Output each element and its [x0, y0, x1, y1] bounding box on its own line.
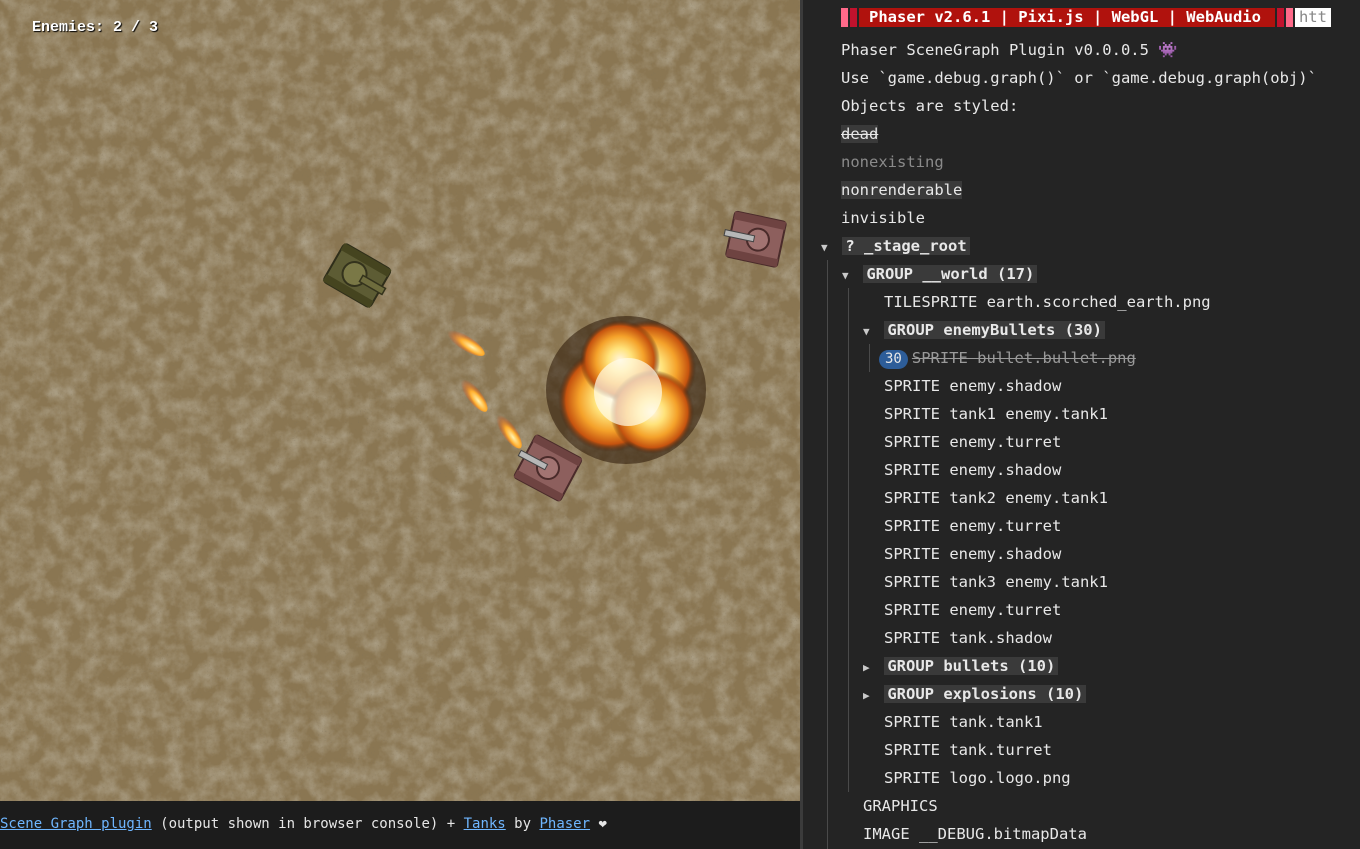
banner-stripe: [1285, 8, 1293, 27]
tree-node-sprite[interactable]: SPRITE tank2 enemy.tank1: [884, 484, 1108, 512]
tree-node-enemy-bullets[interactable]: ▼ GROUP enemyBullets (30): [863, 316, 1105, 344]
tree-node-sprite[interactable]: SPRITE enemy.turret: [884, 512, 1061, 540]
style-nonexisting: nonexisting: [841, 153, 944, 171]
footer-text-1: (output shown in browser console) +: [151, 816, 464, 832]
enemy-tank-1: [723, 210, 787, 268]
phaser-version-banner: Phaser v2.6.1 | Pixi.js | WebGL | WebAud…: [859, 8, 1275, 27]
tree-node-sprite[interactable]: SPRITE tank3 enemy.tank1: [884, 568, 1108, 596]
caret-right-icon[interactable]: ▶: [863, 654, 875, 682]
phaser-link[interactable]: Phaser: [539, 816, 590, 832]
tree-node-sprite[interactable]: SPRITE enemy.turret: [884, 596, 1061, 624]
page-footer: Scene Graph plugin (output shown in brow…: [0, 801, 800, 849]
enemy-bullet-3: [494, 411, 522, 449]
banner-stripe: [1276, 8, 1284, 27]
tree-node-bullet[interactable]: 30 SPRITE bullet.bullet.png: [879, 344, 1136, 372]
tree-node-sprite[interactable]: SPRITE tank.tank1: [884, 708, 1043, 736]
footer-text-2: by: [505, 816, 540, 832]
phaser-banner: Phaser v2.6.1 | Pixi.js | WebGL | WebAud…: [841, 6, 1331, 28]
console-line: Phaser SceneGraph Plugin v0.0.0.5 👾: [841, 41, 1178, 59]
tree-node-world[interactable]: ▼ GROUP __world (17): [842, 260, 1038, 290]
enemies-counter: Enemies: 2 / 3: [32, 19, 159, 36]
caret-down-icon[interactable]: ▼: [863, 318, 875, 346]
tanks-link[interactable]: Tanks: [464, 816, 506, 832]
caret-right-icon[interactable]: ▶: [863, 682, 875, 710]
tree-node-explosions-group[interactable]: ▶ GROUP explosions (10): [863, 680, 1087, 710]
player-tank: [322, 242, 392, 309]
game-canvas[interactable]: Enemies: 2 / 3: [0, 0, 800, 801]
tree-node-sprite[interactable]: SPRITE tank.turret: [884, 736, 1052, 764]
console-line: Use `game.debug.graph()` or `game.debug.…: [841, 69, 1317, 87]
style-dead: dead: [841, 125, 879, 143]
style-nonrenderable: nonrenderable: [841, 181, 963, 199]
browser-console[interactable]: Phaser v2.6.1 | Pixi.js | WebGL | WebAud…: [800, 0, 1360, 849]
banner-stripe: [850, 8, 857, 27]
repeat-count-badge: 30: [879, 350, 908, 369]
tree-node-graphics[interactable]: GRAPHICS: [863, 792, 938, 820]
tree-node-sprite[interactable]: SPRITE enemy.shadow: [884, 540, 1061, 568]
caret-down-icon[interactable]: ▼: [821, 234, 833, 262]
tree-node-sprite[interactable]: SPRITE tank.shadow: [884, 624, 1052, 652]
tree-guide: [827, 260, 828, 849]
heart-icon: ❤: [590, 816, 607, 832]
tree-node-sprite[interactable]: SPRITE logo.logo.png: [884, 764, 1071, 792]
tree-node-bullets-group[interactable]: ▶ GROUP bullets (10): [863, 652, 1059, 682]
tree-node-tilesprite[interactable]: TILESPRITE earth.scorched_earth.png: [884, 288, 1211, 316]
tree-node-stage-root[interactable]: ▼ ? _stage_root: [821, 232, 970, 260]
scene-graph-plugin-link[interactable]: Scene Graph plugin: [0, 816, 152, 832]
console-line: Objects are styled:: [841, 97, 1019, 115]
tree-node-sprite[interactable]: SPRITE tank1 enemy.tank1: [884, 400, 1108, 428]
explosion: [546, 316, 706, 464]
caret-down-icon[interactable]: ▼: [842, 262, 854, 290]
tree-node-sprite[interactable]: SPRITE enemy.turret: [884, 428, 1061, 456]
enemy-bullet-1: [443, 327, 485, 357]
banner-stripe: [841, 8, 848, 27]
style-invisible: invisible: [841, 209, 925, 227]
tree-node-debug-image[interactable]: IMAGE __DEBUG.bitmapData: [863, 820, 1087, 848]
tree-guide: [869, 344, 870, 372]
tree-guide: [848, 288, 849, 792]
tree-node-sprite[interactable]: SPRITE enemy.shadow: [884, 372, 1061, 400]
tree-node-sprite[interactable]: SPRITE enemy.shadow: [884, 456, 1061, 484]
banner-url[interactable]: htt: [1294, 8, 1331, 27]
bullet-sprite-label: SPRITE bullet.bullet.png: [911, 349, 1136, 367]
